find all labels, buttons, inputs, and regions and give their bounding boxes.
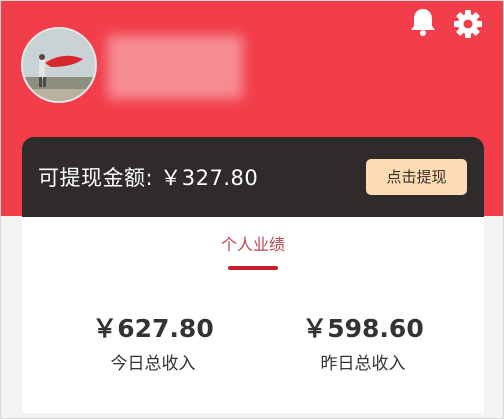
yesterday-income-label: 昨日总收入	[320, 354, 406, 374]
today-income-stat: ￥627.80 今日总收入	[68, 309, 238, 374]
performance-panel: 个人业绩 ￥627.80 今日总收入 ￥598.60 昨日总收入	[22, 217, 484, 413]
gear-icon[interactable]	[453, 9, 483, 39]
withdraw-button[interactable]: 点击提现	[366, 159, 467, 195]
username-redacted	[107, 35, 243, 99]
withdrawable-balance: 可提现金额: ￥327.80	[38, 166, 259, 190]
yesterday-income-stat: ￥598.60 昨日总收入	[278, 309, 448, 374]
today-income-value: ￥627.80	[92, 314, 214, 343]
balance-card: 可提现金额: ￥327.80 点击提现	[22, 137, 484, 217]
app-frame: 可提现金额: ￥327.80 点击提现 个人业绩 ￥627.80 今日总收入 ￥…	[0, 0, 504, 419]
bell-icon[interactable]	[409, 7, 437, 37]
tab-personal-performance[interactable]: 个人业绩	[22, 231, 484, 255]
today-income-label: 今日总收入	[110, 354, 196, 374]
avatar-image	[23, 29, 95, 101]
avatar[interactable]	[21, 27, 97, 103]
tab-active-indicator	[228, 266, 278, 270]
yesterday-income-value: ￥598.60	[302, 314, 424, 343]
